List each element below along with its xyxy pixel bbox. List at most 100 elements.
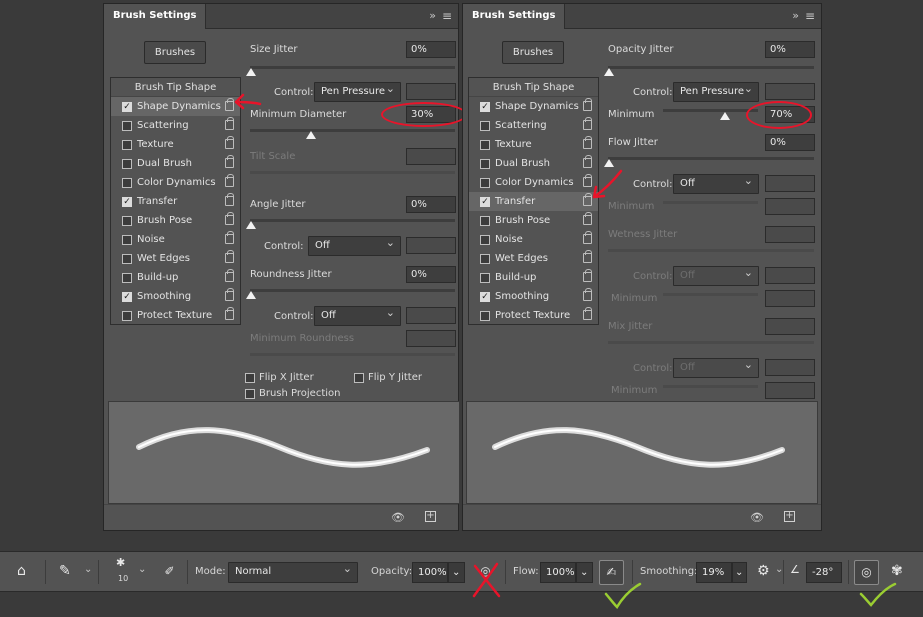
brush-option-shape-dynamics[interactable]: ✓ Shape Dynamics [469, 97, 598, 116]
smoothing-field[interactable]: 19% [696, 562, 732, 583]
roundness-jitter-thumb[interactable] [246, 291, 256, 299]
size-jitter-field[interactable]: 0% [406, 41, 456, 58]
create-new-brush-icon[interactable]: + [425, 511, 436, 522]
flow-jitter-thumb[interactable] [604, 159, 614, 167]
collapse-icon[interactable]: » [792, 9, 799, 22]
create-new-brush-icon[interactable]: + [784, 511, 795, 522]
brush-option-build-up[interactable]: Build-up [111, 268, 240, 287]
angle-jitter-field[interactable]: 0% [406, 196, 456, 213]
opacity-field[interactable]: 100% [412, 562, 448, 583]
flow-dropdown[interactable]: ⌄ [576, 562, 593, 583]
option-checkbox[interactable]: ✓ [480, 292, 490, 302]
option-checkbox[interactable]: ✓ [122, 292, 132, 302]
flip-y-checkbox[interactable] [354, 373, 364, 383]
control-select-flow[interactable]: Off [673, 172, 759, 194]
flow-jitter-slider[interactable] [608, 157, 814, 160]
smoothing-dropdown[interactable]: ⌄ [732, 562, 747, 583]
brush-option-scattering[interactable]: Scattering [469, 116, 598, 135]
brush-option-smoothing[interactable]: ✓ Smoothing [469, 287, 598, 306]
lock-icon[interactable] [583, 269, 592, 282]
panel-tab-brush-settings[interactable]: Brush Settings [463, 4, 566, 29]
flow-field[interactable]: 100% [540, 562, 576, 583]
option-checkbox[interactable] [480, 254, 490, 264]
lock-icon[interactable] [583, 288, 592, 301]
brush-option-smoothing[interactable]: ✓ Smoothing [111, 287, 240, 306]
toggle-preview-icon[interactable]: 👁 [391, 511, 405, 524]
brush-tip-shape-item[interactable]: Brush Tip Shape [111, 78, 240, 97]
brush-option-build-up[interactable]: Build-up [469, 268, 598, 287]
option-checkbox[interactable] [480, 121, 490, 131]
lock-icon[interactable] [583, 307, 592, 320]
option-checkbox[interactable]: ✓ [122, 102, 132, 112]
angle-field[interactable]: -28° [806, 562, 842, 583]
brush-settings-toggle-icon[interactable]: ✐ [157, 560, 182, 585]
brush-option-brush-pose[interactable]: Brush Pose [111, 211, 240, 230]
minimum-slider[interactable] [663, 109, 758, 112]
brush-option-wet-edges[interactable]: Wet Edges [111, 249, 240, 268]
lock-icon[interactable] [225, 269, 234, 282]
flow-jitter-field[interactable]: 0% [765, 134, 815, 151]
option-checkbox[interactable] [480, 235, 490, 245]
minimum-thumb[interactable] [720, 112, 730, 120]
lock-icon[interactable] [225, 136, 234, 149]
option-checkbox[interactable] [122, 235, 132, 245]
lock-icon[interactable] [225, 193, 234, 206]
lock-icon[interactable] [225, 288, 234, 301]
roundness-jitter-field[interactable]: 0% [406, 266, 456, 283]
chevron-down-icon[interactable]: ⌄ [138, 564, 146, 575]
min-diameter-thumb[interactable] [306, 131, 316, 139]
control-select-opacity[interactable]: Pen Pressure [673, 80, 759, 102]
brush-option-transfer[interactable]: ✓ Transfer [111, 192, 240, 211]
option-checkbox[interactable]: ✓ [122, 197, 132, 207]
brush-option-transfer[interactable]: ✓ Transfer [469, 192, 598, 211]
panel-menu-icon[interactable]: ≡ [442, 9, 452, 23]
angle-jitter-thumb[interactable] [246, 221, 256, 229]
lock-icon[interactable] [225, 117, 234, 130]
option-checkbox[interactable] [480, 178, 490, 188]
brush-tool-icon[interactable]: ✎ [59, 563, 71, 579]
option-checkbox[interactable] [122, 178, 132, 188]
option-checkbox[interactable] [122, 159, 132, 169]
lock-icon[interactable] [583, 231, 592, 244]
min-diameter-slider[interactable] [250, 129, 455, 132]
lock-icon[interactable] [225, 250, 234, 263]
brush-tip-shape-item[interactable]: Brush Tip Shape [469, 78, 598, 97]
brush-option-wet-edges[interactable]: Wet Edges [469, 249, 598, 268]
brush-option-dual-brush[interactable]: Dual Brush [469, 154, 598, 173]
size-jitter-thumb[interactable] [246, 68, 256, 76]
lock-icon[interactable] [225, 174, 234, 187]
option-checkbox[interactable] [480, 273, 490, 283]
chevron-down-icon[interactable]: ⌄ [84, 564, 92, 575]
size-jitter-slider[interactable] [250, 66, 455, 69]
brush-option-color-dynamics[interactable]: Color Dynamics [111, 173, 240, 192]
option-checkbox[interactable] [480, 140, 490, 150]
control-select-roundness[interactable]: Off [314, 304, 401, 326]
option-checkbox[interactable] [122, 121, 132, 131]
panel-tab-brush-settings[interactable]: Brush Settings [104, 4, 207, 29]
brush-option-texture[interactable]: Texture [111, 135, 240, 154]
angle-jitter-slider[interactable] [250, 219, 455, 222]
opacity-jitter-thumb[interactable] [604, 68, 614, 76]
control-select-size[interactable]: Pen Pressure [314, 80, 401, 102]
brush-option-dual-brush[interactable]: Dual Brush [111, 154, 240, 173]
collapse-icon[interactable]: » [429, 9, 436, 22]
brushes-button[interactable]: Brushes [144, 41, 206, 64]
option-checkbox[interactable]: ✓ [480, 197, 490, 207]
lock-icon[interactable] [583, 155, 592, 168]
brush-option-brush-pose[interactable]: Brush Pose [469, 211, 598, 230]
brush-option-protect-texture[interactable]: Protect Texture [469, 306, 598, 325]
lock-icon[interactable] [225, 212, 234, 225]
lock-icon[interactable] [225, 231, 234, 244]
brush-option-shape-dynamics[interactable]: ✓ Shape Dynamics [111, 97, 240, 116]
toggle-preview-icon[interactable]: 👁 [750, 511, 764, 524]
brush-option-texture[interactable]: Texture [469, 135, 598, 154]
lock-icon[interactable] [225, 307, 234, 320]
opacity-dropdown[interactable]: ⌄ [448, 562, 465, 583]
lock-icon[interactable] [583, 98, 592, 111]
brush-option-protect-texture[interactable]: Protect Texture [111, 306, 240, 325]
brush-option-scattering[interactable]: Scattering [111, 116, 240, 135]
option-checkbox[interactable] [122, 273, 132, 283]
lock-icon[interactable] [583, 250, 592, 263]
lock-icon[interactable] [583, 117, 592, 130]
opacity-jitter-slider[interactable] [608, 66, 814, 69]
